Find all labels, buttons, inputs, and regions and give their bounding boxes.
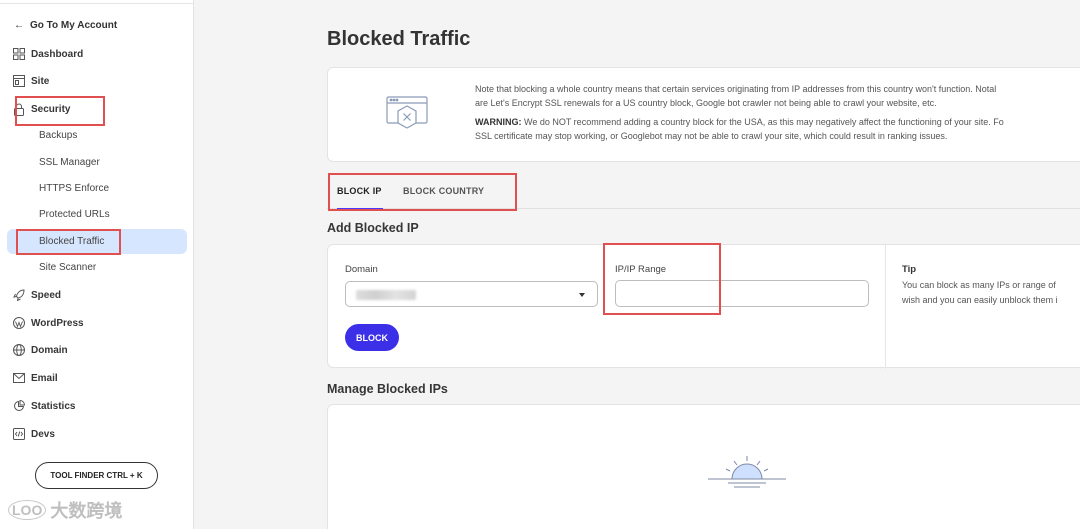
sidebar-item-label: Speed (31, 289, 62, 301)
sidebar-item-statistics[interactable]: Statistics (12, 396, 75, 416)
envelope-icon (12, 372, 25, 385)
sidebar-item-devs[interactable]: Devs (12, 424, 55, 444)
tip-line-1: You can block as many IPs or range of (902, 280, 1056, 290)
domain-select[interactable] (345, 281, 598, 307)
tab-block-country[interactable]: BLOCK COUNTRY (403, 172, 484, 209)
tab-block-ip[interactable]: BLOCK IP (337, 172, 383, 210)
globe-icon (12, 344, 25, 357)
sidebar-item-wordpress[interactable]: WordPress (12, 313, 84, 333)
sidebar-item-domain[interactable]: Domain (12, 340, 68, 360)
lock-icon (12, 103, 25, 116)
sidebar-subitem-backups[interactable]: Backups (39, 130, 77, 141)
tab-bar: BLOCK IP BLOCK COUNTRY (327, 172, 1080, 210)
top-divider (0, 0, 193, 4)
site-icon (12, 75, 25, 88)
notice-line-1: Note that blocking a whole country means… (475, 84, 997, 94)
manage-blocked-ips-heading: Manage Blocked IPs (327, 382, 448, 396)
watermark-text: 大数跨境 (50, 501, 123, 521)
sidebar-item-label: Security (31, 103, 71, 115)
grid-icon (12, 48, 25, 61)
blocked-ips-list (327, 404, 1080, 529)
wordpress-icon (12, 317, 25, 330)
sidebar-subitem-ssl-manager[interactable]: SSL Manager (39, 157, 100, 168)
chevron-down-icon (579, 293, 585, 297)
sidebar: ← Go To My Account Dashboard Site Securi… (0, 0, 194, 529)
back-arrow-icon: ← (14, 20, 24, 31)
watermark: LOO 大数跨境 (8, 497, 122, 523)
add-blocked-ip-form: Domain IP/IP Range BLOCK Tip You can blo… (327, 244, 1080, 369)
warning-label: WARNING: (475, 117, 522, 127)
sidebar-item-security[interactable]: Security (12, 99, 70, 119)
sidebar-item-email[interactable]: Email (12, 368, 58, 388)
watermark-logo: LOO (8, 500, 47, 520)
back-link-label: Go To My Account (30, 20, 118, 31)
domain-label: Domain (345, 264, 378, 275)
ip-range-label: IP/IP Range (615, 264, 667, 275)
sidebar-item-label: Dashboard (31, 48, 84, 60)
sidebar-item-label: Devs (31, 428, 55, 440)
empty-state-sunrise-icon (708, 456, 786, 488)
add-blocked-ip-heading: Add Blocked IP (327, 221, 419, 235)
sidebar-item-speed[interactable]: Speed (12, 285, 61, 305)
notice-line-3: We do NOT recommend adding a country blo… (521, 117, 1004, 127)
notice-text: Note that blocking a whole country means… (475, 82, 1080, 143)
domain-select-value (356, 290, 416, 300)
sidebar-item-label: Statistics (31, 400, 76, 412)
sidebar-item-label: WordPress (31, 317, 84, 329)
sidebar-item-site[interactable]: Site (12, 71, 49, 91)
tip-line-2: wish and you can easily unblock them i (902, 295, 1058, 305)
sidebar-subitem-site-scanner[interactable]: Site Scanner (39, 262, 96, 273)
block-button[interactable]: BLOCK (345, 324, 399, 351)
blocked-browser-icon (386, 96, 428, 129)
sidebar-item-label: Site (31, 75, 50, 87)
sidebar-item-label: Email (31, 372, 58, 384)
tool-finder-button[interactable]: TOOL FINDER CTRL + K (35, 462, 158, 489)
sidebar-subitem-https-enforce[interactable]: HTTPS Enforce (39, 183, 109, 194)
tip-title: Tip (902, 264, 917, 275)
pie-chart-icon (12, 400, 25, 413)
code-icon (12, 428, 25, 441)
page-title: Blocked Traffic (327, 28, 471, 50)
tip-text: You can block as many IPs or range of wi… (902, 278, 1058, 308)
sidebar-subitem-blocked-traffic[interactable]: Blocked Traffic (39, 236, 104, 247)
sidebar-item-dashboard[interactable]: Dashboard (12, 44, 83, 64)
sidebar-item-label: Domain (31, 344, 68, 356)
rocket-icon (12, 289, 25, 302)
form-divider (885, 245, 886, 369)
ip-range-input[interactable] (615, 280, 869, 307)
sidebar-subitem-protected-urls[interactable]: Protected URLs (39, 209, 110, 220)
notice-card: Note that blocking a whole country means… (327, 67, 1080, 162)
notice-line-4: SSL certificate may stop working, or Goo… (475, 131, 948, 141)
go-to-account-link[interactable]: ← Go To My Account (14, 20, 117, 31)
notice-line-2: are Let's Encrypt SSL renewals for a US … (475, 98, 937, 108)
